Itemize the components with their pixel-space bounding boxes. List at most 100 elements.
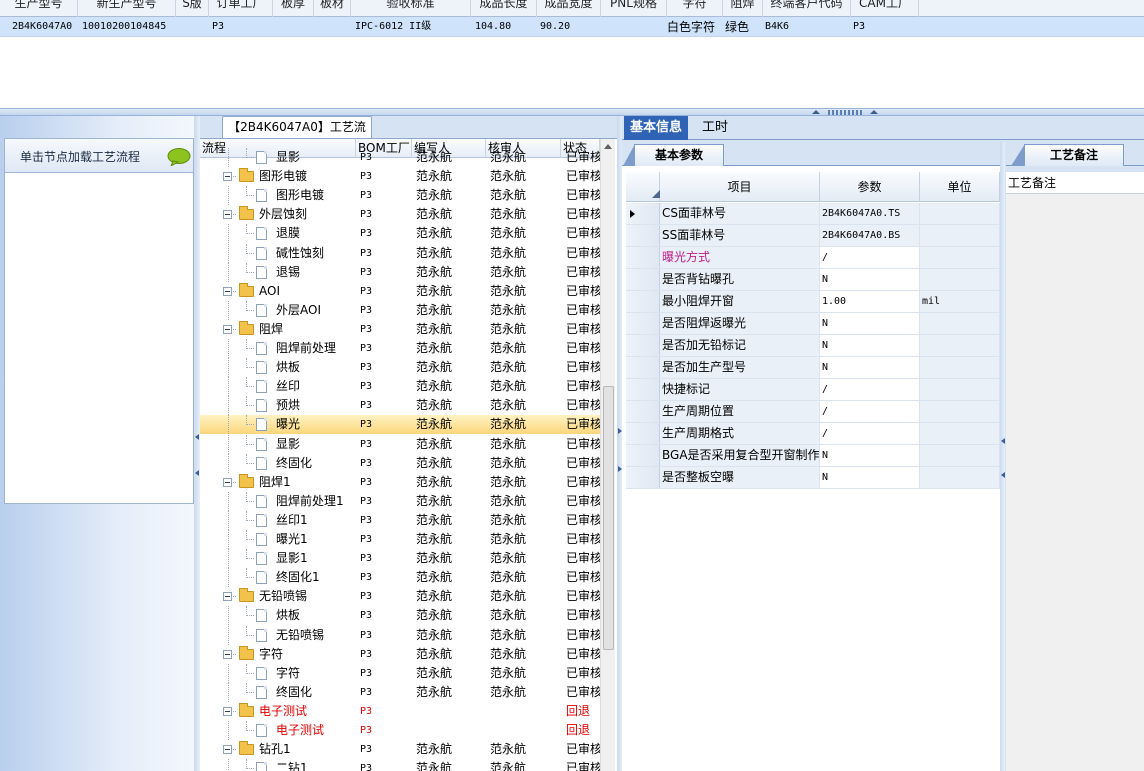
row-header[interactable] xyxy=(626,247,660,268)
param-row[interactable]: 是否加生产型号 N xyxy=(626,357,1000,379)
tree-step-row[interactable]: 退膜 P3 范永航 范永航 已审核 xyxy=(200,224,600,243)
notes-splitter[interactable] xyxy=(1000,142,1005,771)
row-header[interactable] xyxy=(626,357,660,378)
tree-step-row[interactable]: 字符 P3 范永航 范永航 已审核 xyxy=(200,664,600,683)
splitter-arrow-icon[interactable] xyxy=(870,110,878,114)
param-row[interactable]: 快捷标记 / xyxy=(626,379,1000,401)
param-row[interactable]: 最小阻焊开窗 1.00 mil xyxy=(626,291,1000,313)
tree-step-row[interactable]: 预烘 P3 范永航 范永航 已审核 xyxy=(200,396,600,415)
tree-step-row[interactable]: 丝印1 P3 范永航 范永航 已审核 xyxy=(200,511,600,530)
collapse-node-icon[interactable] xyxy=(223,210,232,219)
col-header[interactable]: 参数 xyxy=(820,172,920,202)
param-value[interactable]: 1.00 xyxy=(820,291,920,312)
param-row[interactable]: 是否背钻曝孔 N xyxy=(626,269,1000,291)
col-header[interactable]: 新生产型号 xyxy=(78,0,176,17)
row-header[interactable] xyxy=(626,203,660,224)
tree-group-row[interactable]: 阻焊 P3 范永航 范永航 已审核 xyxy=(200,320,600,339)
col-header[interactable]: 单位 xyxy=(920,172,1000,202)
tree-step-row[interactable]: 二钻1 P3 范永航 范永航 已审核 xyxy=(200,759,600,771)
collapse-notes-icon[interactable] xyxy=(1001,438,1005,444)
param-row[interactable]: 是否加无铅标记 N xyxy=(626,335,1000,357)
row-header[interactable] xyxy=(626,379,660,400)
tab-process-flow[interactable]: 【2B4K6047A0】工艺流程 xyxy=(222,116,372,154)
col-header[interactable]: 板厚 xyxy=(273,0,314,17)
tree-step-row[interactable]: 无铅喷锡 P3 范永航 范永航 已审核 xyxy=(200,626,600,645)
col-header[interactable]: 订单工厂 xyxy=(209,0,273,17)
col-header[interactable]: 终端客户代码 xyxy=(763,0,851,17)
col-header[interactable]: 板材 xyxy=(314,0,351,17)
collapse-notes-icon[interactable] xyxy=(1001,472,1005,478)
row-header[interactable] xyxy=(626,291,660,312)
col-header[interactable]: CAM工厂 xyxy=(851,0,919,17)
tree-step-row[interactable]: 阻焊前处理1 P3 范永航 范永航 已审核 xyxy=(200,492,600,511)
col-header[interactable]: 生产型号 xyxy=(0,0,78,17)
tree-step-row[interactable]: 终固化 P3 范永航 范永航 已审核 xyxy=(200,454,600,473)
tab-basic-info[interactable]: 基本信息 xyxy=(624,116,689,140)
collapse-node-icon[interactable] xyxy=(223,745,232,754)
tree-step-row[interactable]: 图形电镀 P3 范永航 范永航 已审核 xyxy=(200,186,600,205)
param-value[interactable]: / xyxy=(820,423,920,444)
horizontal-splitter[interactable] xyxy=(0,108,1144,116)
tree-step-row[interactable]: 外层AOI P3 范永航 范永航 已审核 xyxy=(200,301,600,320)
row-header[interactable] xyxy=(626,225,660,246)
collapse-node-icon[interactable] xyxy=(223,172,232,181)
tree-step-row[interactable]: 电子测试 P3 回退 xyxy=(200,721,600,740)
param-row[interactable]: 曝光方式 / xyxy=(626,247,1000,269)
row-header[interactable] xyxy=(626,401,660,422)
collapse-left-icon[interactable] xyxy=(195,470,199,476)
row-header[interactable] xyxy=(626,467,660,488)
splitter-grip[interactable] xyxy=(828,110,864,115)
tree-step-row[interactable]: 终固化 P3 范永航 范永航 已审核 xyxy=(200,683,600,702)
collapse-node-icon[interactable] xyxy=(223,287,232,296)
param-value[interactable]: 2B4K6047A0.TS xyxy=(820,203,920,224)
col-header[interactable]: 成品宽度 xyxy=(537,0,601,17)
param-value[interactable]: N xyxy=(820,269,920,290)
param-value[interactable]: N xyxy=(820,445,920,466)
param-value[interactable]: 2B4K6047A0.BS xyxy=(820,225,920,246)
col-header[interactable]: S版 xyxy=(176,0,209,17)
param-row[interactable]: 是否整板空曝 N xyxy=(626,467,1000,489)
tree-scrollbar[interactable] xyxy=(600,139,615,771)
param-row[interactable]: 是否阻焊返曝光 N xyxy=(626,313,1000,335)
row-header[interactable] xyxy=(626,423,660,444)
tree-step-row[interactable]: 曝光1 P3 范永航 范永航 已审核 xyxy=(200,530,600,549)
param-row[interactable]: SS面菲林号 2B4K6047A0.BS xyxy=(626,225,1000,247)
param-row[interactable]: BGA是否采用复合型开窗制作 N xyxy=(626,445,1000,467)
tree-group-row[interactable]: 图形电镀 P3 范永航 范永航 已审核 xyxy=(200,167,600,186)
col-header[interactable]: 字符 xyxy=(667,0,723,17)
param-row[interactable]: 生产周期格式 / xyxy=(626,423,1000,445)
param-value[interactable]: N xyxy=(820,335,920,356)
tree-step-row[interactable]: 烘板 P3 范永航 范永航 已审核 xyxy=(200,606,600,625)
scroll-up-icon[interactable] xyxy=(604,144,612,149)
tree-group-row[interactable]: 电子测试 P3 回退 xyxy=(200,702,600,721)
tree-step-row[interactable]: 阻焊前处理 P3 范永航 范永航 已审核 xyxy=(200,339,600,358)
tab-basic-params[interactable]: 基本参数 xyxy=(623,144,724,166)
collapse-node-icon[interactable] xyxy=(223,707,232,716)
tree-step-row[interactable]: 退锡 P3 范永航 范永航 已审核 xyxy=(200,263,600,282)
collapse-left-icon[interactable] xyxy=(195,434,199,440)
param-row[interactable]: 生产周期位置 / xyxy=(626,401,1000,423)
tree-step-row[interactable]: 烘板 P3 范永航 范永航 已审核 xyxy=(200,358,600,377)
param-value[interactable]: N xyxy=(820,313,920,334)
collapse-node-icon[interactable] xyxy=(223,592,232,601)
select-all-icon[interactable] xyxy=(652,190,660,198)
row-header[interactable] xyxy=(626,445,660,466)
row-header[interactable] xyxy=(626,269,660,290)
tree-group-row[interactable]: 钻孔1 P3 范永航 范永航 已审核 xyxy=(200,740,600,759)
tree-group-row[interactable]: 无铅喷锡 P3 范永航 范永航 已审核 xyxy=(200,587,600,606)
row-header[interactable] xyxy=(626,313,660,334)
col-header[interactable]: 成品长度 xyxy=(471,0,537,17)
splitter-arrow-icon[interactable] xyxy=(812,110,820,114)
tree-group-row[interactable]: 字符 P3 范永航 范永航 已审核 xyxy=(200,645,600,664)
tree-step-row[interactable]: 显影 P3 范永航 范永航 已审核 xyxy=(200,148,600,167)
tree-step-row[interactable]: 曝光 P3 范永航 范永航 已审核 xyxy=(200,415,600,434)
col-header[interactable]: 阻焊 xyxy=(723,0,763,17)
tree-step-row[interactable]: 显影 P3 范永航 范永航 已审核 xyxy=(200,435,600,454)
tree-step-row[interactable]: 碱性蚀刻 P3 范永航 范永航 已审核 xyxy=(200,244,600,263)
param-value[interactable]: / xyxy=(820,401,920,422)
col-header[interactable]: PNL规格 xyxy=(601,0,667,17)
collapse-node-icon[interactable] xyxy=(223,325,232,334)
row-header[interactable] xyxy=(626,335,660,356)
tab-process-notes[interactable]: 工艺备注 xyxy=(1011,144,1124,166)
param-value[interactable]: N xyxy=(820,357,920,378)
